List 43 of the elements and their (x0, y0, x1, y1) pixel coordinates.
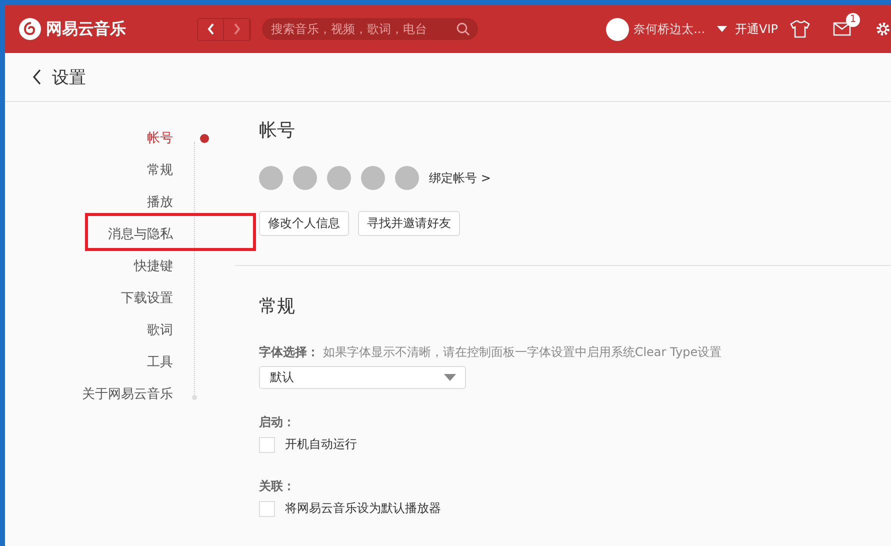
back-button[interactable] (198, 18, 224, 40)
chevron-right-icon (232, 23, 240, 35)
page-title: 设置 (52, 66, 86, 88)
bind-account-link[interactable]: 绑定帐号 > (429, 170, 491, 186)
checkbox-label[interactable]: 开机自动运行 (285, 436, 357, 453)
checkbox[interactable] (259, 436, 275, 452)
search-icon (456, 22, 470, 36)
action-button[interactable]: 修改个人信息 (259, 211, 349, 236)
dropdown-arrow-icon (444, 374, 456, 381)
font-label: 字体选择： (259, 345, 319, 359)
font-dropdown[interactable]: 默认 (259, 366, 466, 389)
settings-nav-item[interactable]: 播放 (147, 193, 173, 211)
option-label: 启动： (259, 415, 295, 429)
vip-link[interactable]: 开通VIP (735, 20, 778, 38)
settings-icon[interactable] (875, 21, 891, 37)
section-heading: 帐号 (259, 119, 295, 143)
timeline-end-dot (192, 395, 197, 400)
action-button[interactable]: 寻找并邀请好友 (358, 211, 460, 236)
settings-nav-item[interactable]: 下载设置 (121, 289, 173, 307)
notification-badge: 1 (846, 13, 860, 27)
avatar[interactable] (606, 18, 629, 40)
checkbox-label[interactable]: 将网易云音乐设为默认播放器 (285, 500, 441, 517)
mail-icon[interactable] (833, 22, 851, 36)
user-name[interactable]: 奈何桥边太... (634, 20, 706, 38)
option-label: 关联： (259, 479, 295, 493)
caret-icon[interactable] (717, 26, 728, 32)
settings-nav-item[interactable]: 歌词 (147, 321, 173, 339)
settings-nav-item[interactable]: 帐号 (147, 129, 173, 147)
settings-nav-item[interactable]: 关于网易云音乐 (82, 385, 173, 403)
settings-nav-item[interactable]: 快捷键 (134, 257, 173, 275)
shirt-icon[interactable] (790, 20, 810, 38)
settings-nav-item[interactable]: 工具 (147, 353, 173, 371)
settings-nav-item[interactable]: 消息与隐私 (108, 225, 173, 243)
music-logo-icon (19, 18, 41, 40)
search-field[interactable]: 搜索音乐，视频，歌词，电台 (262, 18, 478, 40)
checkbox[interactable] (259, 500, 275, 516)
settings-nav-item[interactable]: 常规 (147, 161, 173, 179)
section-heading: 常规 (259, 295, 295, 319)
chevron-left-icon (206, 23, 214, 35)
active-dot (200, 134, 209, 142)
back-chevron-icon[interactable] (32, 69, 42, 85)
app-name: 网易云音乐 (46, 18, 126, 40)
font-hint: 如果字体显示不清晰，请在控制面板一字体设置中启用系统Clear Type设置 (322, 345, 722, 359)
